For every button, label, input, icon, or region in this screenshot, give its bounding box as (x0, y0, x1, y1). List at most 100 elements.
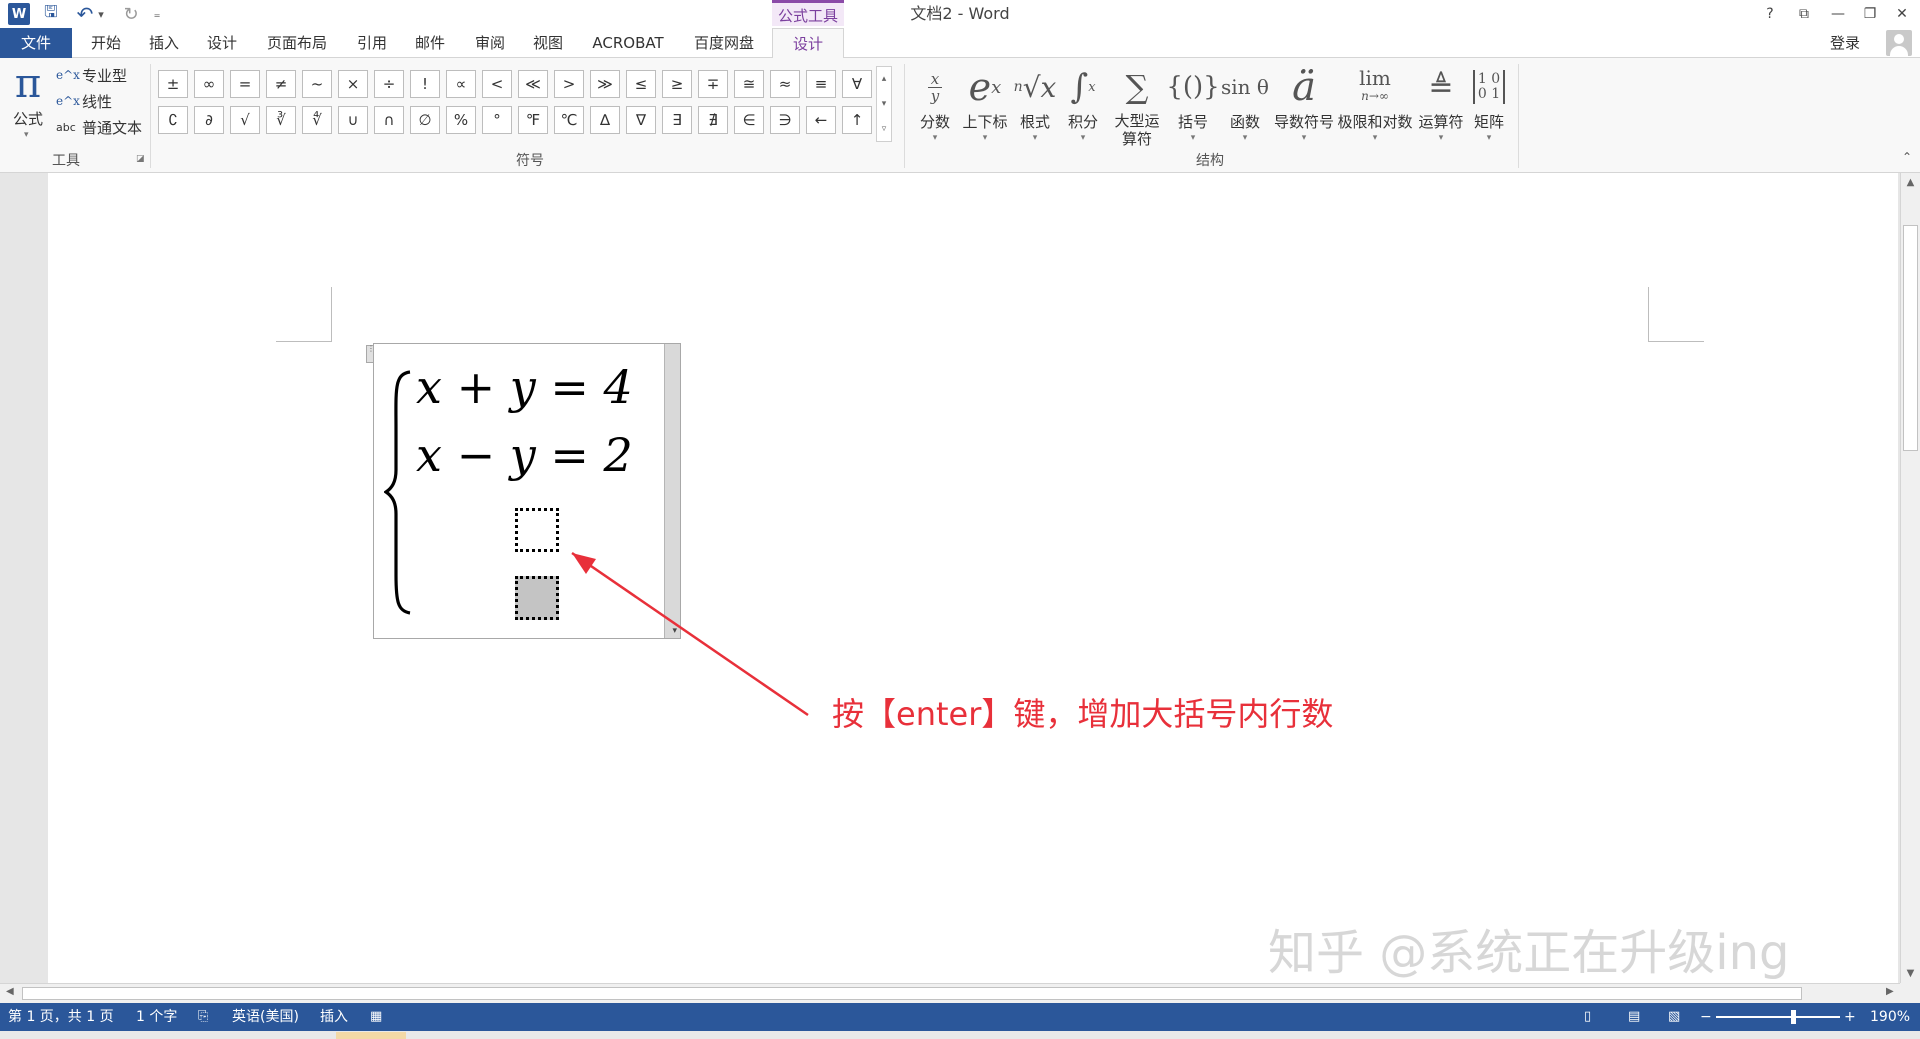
symbol-button[interactable]: √ (230, 106, 260, 134)
undo-dropdown-icon[interactable]: ▾ (96, 3, 106, 25)
symbol-button[interactable]: ∋ (770, 106, 800, 134)
symbol-button[interactable]: ∓ (698, 70, 728, 98)
symbol-button[interactable]: ± (158, 70, 188, 98)
symbol-button[interactable]: ∄ (698, 106, 728, 134)
macro-icon[interactable]: ▦ (370, 1003, 382, 1031)
professional-button[interactable]: e^x 专业型 (56, 64, 127, 86)
equation-options-bar[interactable]: ▾ (664, 344, 680, 638)
language-indicator[interactable]: 英语(美国) (232, 1003, 299, 1031)
vertical-scroll-thumb[interactable] (1903, 225, 1918, 451)
symbol-button[interactable]: × (338, 70, 368, 98)
symbol-button[interactable]: ℃ (554, 106, 584, 134)
symbol-button[interactable]: ≥ (662, 70, 692, 98)
tab-mailings[interactable]: 邮件 (406, 28, 454, 58)
equation-line-2[interactable]: x − y = 2 (416, 428, 633, 482)
symbol-button[interactable]: ∛ (266, 106, 296, 134)
zoom-in-icon[interactable]: + (1844, 1003, 1856, 1031)
tab-baidu-netdisk[interactable]: 百度网盘 (684, 28, 764, 58)
insert-mode-indicator[interactable]: 插入 (320, 1003, 348, 1031)
pi-icon[interactable]: π (10, 62, 46, 106)
tab-file[interactable]: 文件 (0, 28, 72, 58)
symbol-button[interactable]: ~ (302, 70, 332, 98)
symbol-button[interactable]: ℉ (518, 106, 548, 134)
tab-equation-design[interactable]: 设计 (772, 28, 844, 58)
symbol-button[interactable]: = (230, 70, 260, 98)
symbol-button[interactable]: ≈ (770, 70, 800, 98)
zoom-level[interactable]: 190% (1870, 1003, 1910, 1031)
symbol-button[interactable]: ∆ (590, 106, 620, 134)
tab-page-layout[interactable]: 页面布局 (258, 28, 336, 58)
undo-icon[interactable]: ↶ (74, 2, 96, 26)
symbol-button[interactable]: ÷ (374, 70, 404, 98)
word-count[interactable]: 1 个字 (136, 1003, 177, 1031)
linear-button[interactable]: e^x 线性 (56, 90, 112, 112)
symbol-button[interactable]: ≅ (734, 70, 764, 98)
symbol-button[interactable]: ∜ (302, 106, 332, 134)
limit-log-button[interactable]: lim n→∞ 极限和对数 ▾ (1336, 62, 1414, 150)
scroll-left-icon[interactable]: ◀ (6, 986, 14, 997)
tab-home[interactable]: 开始 (82, 28, 130, 58)
proofing-icon[interactable]: ⎘ (198, 1003, 208, 1031)
function-button[interactable]: sin θ 函数 ▾ (1220, 62, 1270, 150)
symbol-button[interactable]: ← (806, 106, 836, 134)
tab-view[interactable]: 视图 (524, 28, 572, 58)
symbol-button[interactable]: ∝ (446, 70, 476, 98)
horizontal-scroll-thumb[interactable] (22, 987, 1802, 1000)
read-mode-icon[interactable]: ▯ (1584, 1003, 1591, 1031)
page-count[interactable]: 第 1 页，共 1 页 (8, 1003, 114, 1031)
fraction-button[interactable]: xy 分数 ▾ (912, 62, 958, 150)
symbol-button[interactable]: ∇ (626, 106, 656, 134)
redo-icon[interactable]: ↻ (120, 3, 142, 25)
formula-button-label[interactable]: 公式 (8, 108, 48, 129)
vertical-scrollbar[interactable]: ▲ ▼ (1900, 173, 1920, 983)
symbol-button[interactable]: ∂ (194, 106, 224, 134)
symbol-button[interactable]: ∩ (374, 106, 404, 134)
login-link[interactable]: 登录 (1830, 28, 1860, 58)
symbol-button[interactable]: ∁ (158, 106, 188, 134)
symbol-gallery-scroller[interactable]: ▴ ▾ ▿ (876, 66, 892, 142)
bracket-button[interactable]: {()} 括号 ▾ (1166, 62, 1219, 150)
dialog-launcher-icon[interactable]: ◪ (136, 154, 145, 164)
symbol-button[interactable]: ∅ (410, 106, 440, 134)
symbol-button[interactable]: ≡ (806, 70, 836, 98)
web-layout-icon[interactable]: ▧ (1668, 1003, 1680, 1031)
symbol-button[interactable]: ° (482, 106, 512, 134)
operator-button[interactable]: ≜ 运算符 ▾ (1416, 62, 1466, 150)
scroll-down-icon[interactable]: ▼ (1901, 968, 1920, 979)
symbol-button[interactable]: ≫ (590, 70, 620, 98)
symbol-button[interactable]: ∀ (842, 70, 872, 98)
gallery-down-icon[interactable]: ▾ (877, 92, 891, 117)
symbol-button[interactable]: ↑ (842, 106, 872, 134)
avatar[interactable] (1886, 30, 1912, 56)
symbol-button[interactable]: ∈ (734, 106, 764, 134)
tab-insert[interactable]: 插入 (140, 28, 188, 58)
minimize-button[interactable]: — (1822, 2, 1854, 26)
symbol-button[interactable]: ≤ (626, 70, 656, 98)
gallery-more-icon[interactable]: ▿ (877, 117, 891, 142)
horizontal-scrollbar[interactable]: ◀ ▶ (0, 983, 1900, 1003)
script-button[interactable]: ex 上下标 ▾ (960, 62, 1010, 150)
zoom-out-icon[interactable]: − (1700, 1003, 1712, 1031)
radical-button[interactable]: n √x 根式 ▾ (1012, 62, 1058, 150)
customize-qa-icon[interactable]: ₌ (150, 3, 164, 25)
large-operator-button[interactable]: ∑ 大型运算符 (1108, 62, 1166, 150)
tab-review[interactable]: 审阅 (466, 28, 514, 58)
zoom-slider[interactable] (1716, 1016, 1840, 1018)
help-button[interactable]: ? (1754, 2, 1786, 26)
integral-button[interactable]: ∫ x 积分 ▾ (1060, 62, 1106, 150)
scroll-right-icon[interactable]: ▶ (1886, 986, 1894, 997)
symbol-button[interactable]: > (554, 70, 584, 98)
gallery-up-icon[interactable]: ▴ (877, 67, 891, 92)
collapse-ribbon-icon[interactable]: ⌃ (1902, 150, 1912, 164)
tab-acrobat[interactable]: ACROBAT (586, 28, 670, 58)
ribbon-display-options-button[interactable]: ⧉ (1788, 2, 1820, 26)
equation-placeholder-row-4[interactable] (515, 576, 559, 620)
plain-text-button[interactable]: abc 普通文本 (56, 116, 142, 138)
matrix-button[interactable]: 1 00 1 矩阵 ▾ (1466, 62, 1512, 150)
equation-container[interactable]: x + y = 4 x − y = 2 ▾ (373, 343, 681, 639)
symbol-button[interactable]: ∞ (194, 70, 224, 98)
equation-placeholder-row-3[interactable] (515, 508, 559, 552)
zoom-slider-handle[interactable] (1790, 1010, 1796, 1024)
accent-button[interactable]: ä 导数符号 ▾ (1272, 62, 1336, 150)
symbol-button[interactable]: < (482, 70, 512, 98)
